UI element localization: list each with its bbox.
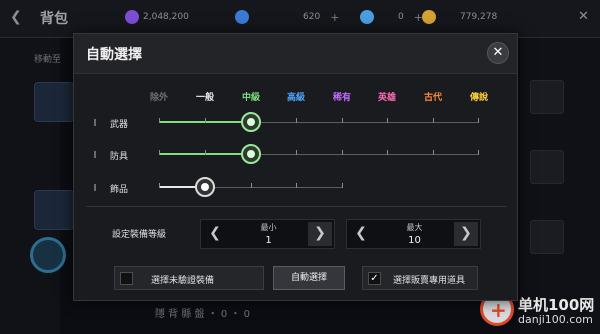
unverified-checkbox[interactable]: [120, 272, 133, 285]
add-crystal-button[interactable]: +: [330, 11, 339, 24]
tick: [433, 150, 434, 155]
grade-label: 傳說: [469, 93, 488, 103]
auto-select-dialog: 自動選擇 ✕ 除外 一般 中級 高級 稀有 英雄 古代 傳說 武器 防具 飾品 …: [73, 33, 518, 301]
tick: [205, 150, 206, 155]
character-slot[interactable]: [34, 190, 74, 230]
tick: [387, 118, 388, 123]
slider-label-armor: 防具: [110, 152, 129, 162]
gold-coin-icon: [422, 10, 436, 24]
currency-gold: 779,278: [422, 10, 497, 24]
sell-only-option[interactable]: ✓ 選擇販賣專用道具: [362, 266, 478, 290]
tick: [296, 150, 297, 155]
tick: [433, 118, 434, 123]
sell-only-label: 選擇販賣專用道具: [393, 276, 466, 286]
grade-label: 中級: [241, 93, 260, 103]
tick: [342, 183, 343, 188]
tick: [296, 183, 297, 188]
close-icon[interactable]: ✕: [487, 42, 509, 64]
grade-label: 一般: [195, 93, 214, 103]
grade-label: 高級: [286, 93, 305, 103]
tick: [159, 150, 160, 155]
item-slot[interactable]: [530, 150, 564, 184]
min-level-stepper: ❮ 最小 1 ❯: [200, 219, 335, 249]
tick: [159, 183, 160, 188]
max-level-stepper: ❮ 最大 10 ❯: [346, 219, 481, 249]
row-marker: [94, 151, 96, 158]
divider: [86, 206, 507, 207]
row-marker: [94, 184, 96, 191]
tick: [387, 150, 388, 155]
tick: [159, 118, 160, 123]
equip-level-label: 設定裝備等級: [112, 230, 167, 240]
shield-icon[interactable]: [30, 237, 66, 273]
tick: [478, 118, 479, 123]
inventory-title: 背包: [40, 11, 68, 27]
watermark-url: danji100.com: [518, 313, 593, 326]
watermark-name: 单机100网: [518, 296, 595, 314]
currency-crystal: 620 +: [235, 10, 339, 24]
min-decrease-button[interactable]: ❮: [203, 222, 227, 246]
bottom-status: 隱 背 縣 盤 ・ 0 ・ 0: [155, 309, 250, 320]
max-value: 10: [408, 235, 421, 246]
slider-label-accessory: 飾品: [110, 185, 129, 195]
inventory-close-button[interactable]: ✕: [578, 9, 589, 24]
max-increase-button[interactable]: ❯: [454, 222, 478, 246]
tick: [251, 183, 252, 188]
back-button[interactable]: ❮: [10, 9, 22, 25]
row-marker: [94, 119, 96, 126]
currency-diamond: 0 +: [360, 10, 423, 24]
max-decrease-button[interactable]: ❮: [349, 222, 373, 246]
dialog-header: 自動選擇 ✕: [74, 34, 517, 74]
slider-label-weapon: 武器: [110, 120, 129, 130]
auto-select-button[interactable]: 自動選擇: [273, 266, 345, 290]
grade-label: 稀有: [332, 93, 351, 103]
dialog-title: 自動選擇: [86, 47, 142, 63]
grade-label: 除外: [149, 93, 168, 103]
weapon-slider-knob[interactable]: [241, 112, 261, 132]
crystal-icon: [235, 10, 249, 24]
currency-gem: 2,048,200: [125, 10, 189, 24]
unverified-equip-option[interactable]: 選擇未驗證裝備: [114, 266, 264, 290]
min-value: 1: [265, 235, 272, 246]
max-caption: 最大: [406, 223, 423, 232]
min-caption: 最小: [260, 223, 277, 232]
item-slot[interactable]: [530, 220, 564, 254]
armor-slider-knob[interactable]: [241, 144, 261, 164]
move-label: 移動至: [34, 55, 62, 65]
accessory-slider-knob[interactable]: [195, 177, 215, 197]
tick: [296, 118, 297, 123]
item-slot[interactable]: [530, 80, 564, 114]
tick: [205, 118, 206, 123]
sell-only-checkbox[interactable]: ✓: [368, 272, 381, 285]
gem-icon: [125, 10, 139, 24]
tick: [478, 150, 479, 155]
character-slot[interactable]: [34, 82, 74, 122]
diamond-icon: [360, 10, 374, 24]
unverified-label: 選擇未驗證裝備: [151, 276, 215, 286]
grade-label: 古代: [423, 93, 442, 103]
grade-label: 英雄: [377, 93, 396, 103]
min-increase-button[interactable]: ❯: [308, 222, 332, 246]
tick: [342, 118, 343, 123]
tick: [342, 150, 343, 155]
